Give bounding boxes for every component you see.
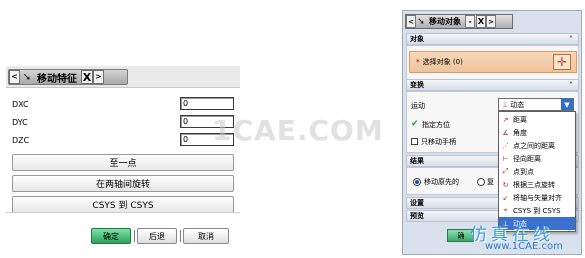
close-button[interactable]: X: [476, 15, 486, 28]
footer-separator: [134, 230, 135, 242]
to-point-button[interactable]: 至一点: [12, 154, 234, 171]
rotate-between-axes-button[interactable]: 在两轴间旋转: [12, 175, 234, 192]
dialog-tab[interactable]: < ➘ 移动对象 - X >: [405, 14, 513, 29]
footer-divider: [6, 212, 240, 213]
radial-distance-icon: ⊢: [502, 154, 509, 163]
chevron-down-icon[interactable]: ▼: [561, 99, 573, 110]
angle-icon: ∡: [502, 128, 509, 137]
watermark-url: www.1CAE.com: [485, 241, 563, 252]
menu-item-distance[interactable]: ↗ 距离: [499, 113, 575, 126]
menu-item-radial-distance[interactable]: ⊢ 径向距离: [499, 152, 575, 165]
dxc-label: DXC: [12, 99, 29, 109]
csys-to-csys-button[interactable]: CSYS 到 CSYS: [12, 196, 234, 213]
ok-button[interactable]: 确定: [91, 228, 131, 244]
move-original-label: 移动原先的: [424, 178, 459, 186]
dialog-title: 移动特征: [37, 73, 77, 85]
pin-icon[interactable]: ➘: [21, 70, 33, 84]
object-section-header[interactable]: 对象 ˄: [406, 33, 579, 45]
menu-item-three-point-rotate[interactable]: ↻ 根据三点旋转: [499, 178, 575, 191]
move-object-dialog: < ➘ 移动对象 - X > 对象 ˄ * 选择对象 (0) ✛ 变换 ˄ 运动…: [402, 10, 582, 255]
menu-item-angle[interactable]: ∡ 角度: [499, 126, 575, 139]
menu-item-csys-to-csys[interactable]: ⌖ CSYS 到 CSYS: [499, 204, 575, 217]
move-handles-label: 只移动手柄: [421, 138, 456, 146]
cancel-button[interactable]: 取消: [183, 228, 229, 244]
distance-icon: ↗: [502, 115, 509, 124]
copy-original-label: 复: [487, 178, 494, 186]
watermark-center: 1CAE.COM: [212, 114, 384, 147]
required-star-icon: *: [416, 58, 420, 66]
menu-item-label: 点之间的距离: [513, 141, 555, 150]
nav-right-icon[interactable]: >: [486, 15, 496, 28]
move-handles-checkbox[interactable]: [411, 138, 418, 145]
align-axis-vector-icon: ↙: [502, 193, 509, 202]
motion-dropdown-value: 动态: [510, 100, 525, 109]
three-point-rotate-icon: ↻: [502, 180, 509, 189]
dyc-label: DYC: [12, 117, 28, 127]
menu-item-align-axis[interactable]: ↙ 将轴与矢量对齐: [499, 191, 575, 204]
back-button[interactable]: 后退: [137, 228, 177, 244]
collapse-icon[interactable]: ˄: [569, 35, 573, 44]
minimize-button[interactable]: -: [465, 15, 475, 28]
point-distance-icon: ⋰: [502, 141, 509, 150]
section-title: 设置: [410, 199, 424, 207]
nav-right-icon[interactable]: >: [93, 70, 104, 84]
select-object-label: 选择对象 (0): [422, 58, 463, 66]
nav-left-icon[interactable]: <: [9, 70, 20, 84]
menu-item-label: CSYS 到 CSYS: [513, 206, 561, 215]
crosshair-icon[interactable]: ✛: [553, 54, 571, 70]
checkmark-icon: ✔: [411, 119, 419, 129]
pin-icon[interactable]: ➘: [416, 15, 426, 28]
collapse-icon[interactable]: ˄: [569, 81, 573, 90]
section-title: 预览: [410, 212, 424, 220]
tab-bar: < ➘ 移动特征 X >: [6, 66, 240, 88]
section-title: 变换: [410, 81, 424, 89]
menu-item-label: 点到点: [513, 167, 534, 176]
move-original-radio[interactable]: [413, 178, 421, 186]
dialog-tab[interactable]: < ➘ 移动特征 X >: [8, 69, 128, 85]
menu-item-label: 角度: [513, 128, 527, 137]
dynamic-icon: ⊥: [502, 100, 509, 109]
move-feature-dialog: < ➘ 移动特征 X > DXC 0 DYC 0 DZC 0 至一点 在两轴间旋…: [6, 66, 240, 247]
dialog-title: 移动对象: [429, 17, 461, 26]
menu-item-label: 径向距离: [513, 154, 541, 163]
menu-item-label: 根据三点旋转: [513, 180, 555, 189]
section-title: 结果: [410, 157, 424, 165]
footer-separator: [180, 230, 181, 242]
dxc-input[interactable]: 0: [180, 97, 234, 110]
select-object-row[interactable]: * 选择对象 (0) ✛: [409, 51, 577, 73]
motion-options-menu: ↗ 距离 ∡ 角度 ⋰ 点之间的距离 ⊢ 径向距离 ⤢ 点到点 ↻ 根据三点旋转…: [498, 111, 576, 232]
point-to-point-icon: ⤢: [502, 167, 509, 175]
specify-orientation-label[interactable]: 指定方位: [422, 120, 450, 130]
section-title: 对象: [410, 35, 424, 43]
menu-item-label: 距离: [513, 115, 527, 124]
nav-left-icon[interactable]: <: [406, 15, 416, 28]
menu-item-point-distance[interactable]: ⋰ 点之间的距离: [499, 139, 575, 152]
menu-item-point-to-point[interactable]: ⤢ 点到点: [499, 165, 575, 178]
close-button[interactable]: X: [81, 70, 93, 84]
csys-to-csys-icon: ⌖: [503, 206, 508, 214]
transform-section-header[interactable]: 变换 ˄: [406, 79, 579, 91]
motion-label: 运动: [411, 102, 425, 110]
motion-dropdown[interactable]: ⊥ 动态 ▼: [498, 98, 574, 111]
copy-original-radio[interactable]: [477, 178, 485, 186]
dzc-label: DZC: [12, 135, 30, 145]
menu-item-label: 将轴与矢量对齐: [513, 193, 562, 202]
